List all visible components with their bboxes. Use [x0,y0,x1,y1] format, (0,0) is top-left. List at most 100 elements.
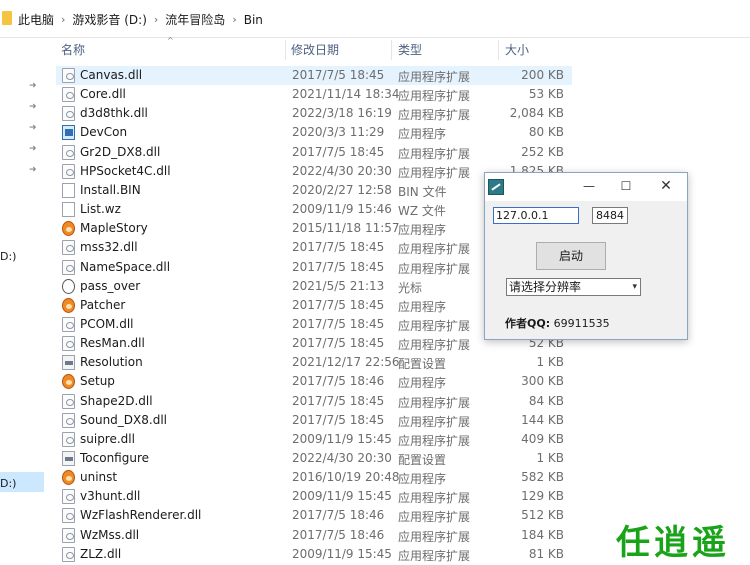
file-name: HPSocket4C.dll [80,163,171,178]
dll-file-icon [62,336,75,352]
file-row[interactable]: Core.dll 2021/11/14 18:34 应用程序扩展 53 KB [56,85,572,104]
column-header-size[interactable]: 大小 [505,38,529,62]
file-row[interactable]: WzMss.dll 2017/7/5 18:46 应用程序扩展 184 KB [56,526,572,545]
file-row[interactable]: suipre.dll 2009/11/9 15:45 应用程序扩展 409 KB [56,430,572,449]
file-row[interactable]: d3d8thk.dll 2022/3/18 16:19 应用程序扩展 2,084 KB [56,104,572,123]
file-size: 129 KB [521,489,564,504]
file-name: WzMss.dll [80,527,140,542]
file-size: 512 KB [521,508,564,523]
file-row[interactable]: Setup 2017/7/5 18:46 应用程序 300 KB [56,372,572,391]
file-name: MapleStory [80,221,148,236]
file-name: Resolution [80,355,143,370]
file-type: 应用程序扩展 [398,70,471,84]
file-row[interactable]: DevCon 2020/3/3 11:29 应用程序 80 KB [56,123,572,142]
column-divider[interactable] [285,40,286,60]
file-name: ResMan.dll [80,336,145,351]
dialog-titlebar[interactable]: — ☐ ✕ [485,173,687,201]
file-date: 2020/3/3 11:29 [292,125,385,140]
breadcrumb-item-this-pc[interactable]: 此电脑 [18,11,54,28]
file-type: 应用程序扩展 [398,491,471,506]
pin-icon[interactable]: ➜ [29,165,39,175]
chevron-right-icon[interactable]: › [232,13,236,26]
pin-icon[interactable]: ➜ [29,102,39,112]
nav-item-drive[interactable]: D:) [0,477,16,490]
file-row[interactable]: ZLZ.dll 2009/11/9 15:45 应用程序扩展 81 KB [56,545,572,564]
file-type: 应用程序 [398,472,447,487]
breadcrumb-item-drive-d[interactable]: 游戏影音 (D:) [72,11,146,28]
launcher-dialog: — ☐ ✕ 127.0.0.1 8484 启动 请选择分辨率 ▾ 作者QQ: 6… [484,172,688,340]
column-header-date[interactable]: 修改日期 [291,38,339,62]
pin-icon[interactable]: ➜ [29,123,39,133]
config-file-icon [62,451,75,466]
nav-item-drive[interactable]: D:) [0,250,16,263]
file-date: 2017/7/5 18:45 [292,316,385,331]
file-row[interactable]: uninst 2016/10/19 20:48 应用程序 582 KB [56,468,572,487]
file-name: d3d8thk.dll [80,106,148,121]
start-button[interactable]: 启动 [536,242,606,270]
file-type: WZ 文件 [398,204,446,219]
address-bar[interactable]: 此电脑 › 游戏影音 (D:) › 流年冒险岛 › Bin [0,0,750,38]
ip-address-input[interactable]: 127.0.0.1 [493,207,579,224]
file-row[interactable]: Resolution 2021/12/17 22:56 配置设置 1 KB [56,353,572,372]
file-name: Canvas.dll [80,68,143,82]
file-size: 409 KB [521,431,564,446]
file-row[interactable]: v3hunt.dll 2009/11/9 15:45 应用程序扩展 129 KB [56,487,572,506]
pin-icon[interactable]: ➜ [29,144,39,154]
file-date: 2022/3/18 16:19 [292,106,392,121]
file-size: 84 KB [528,393,564,408]
file-type: 应用程序扩展 [398,89,471,104]
file-date: 2021/12/17 22:56 [292,355,400,370]
file-name: List.wz [80,202,121,217]
file-date: 2017/7/5 18:45 [292,68,385,82]
resolution-select[interactable]: 请选择分辨率 ▾ [506,278,641,296]
maximize-icon[interactable]: ☐ [615,177,637,195]
file-date: 2009/11/9 15:45 [292,546,392,561]
file-name: v3hunt.dll [80,489,141,504]
chevron-down-icon: ▾ [632,282,637,292]
dll-file-icon [62,412,75,428]
column-header-type[interactable]: 类型 [398,38,422,62]
cursor-icon [62,278,75,294]
file-row[interactable]: Sound_DX8.dll 2017/7/5 18:45 应用程序扩展 144 KB [56,411,572,430]
file-name: ZLZ.dll [80,546,122,561]
breadcrumb-item-bin[interactable]: Bin [244,13,263,27]
port-input[interactable]: 8484 [592,207,628,224]
watermark-text: 任逍遥 [616,523,730,560]
file-date: 2017/7/5 18:45 [292,144,385,159]
chevron-right-icon[interactable]: › [154,13,158,26]
file-row[interactable]: Toconfigure 2022/4/30 20:30 配置设置 1 KB [56,449,572,468]
blank-file-icon [62,202,75,218]
column-header-name[interactable]: 名称 [61,38,85,62]
file-type: 配置设置 [398,357,447,372]
close-icon[interactable]: ✕ [655,177,677,195]
file-name: suipre.dll [80,431,135,446]
file-type: 应用程序 [398,299,447,314]
dll-file-icon [62,144,75,160]
file-type: 应用程序扩展 [398,510,471,525]
file-size: 200 KB [521,68,564,82]
file-type: 应用程序扩展 [398,529,471,544]
file-row[interactable]: Canvas.dll 2017/7/5 18:45 应用程序扩展 200 KB [56,66,572,85]
file-row[interactable]: WzFlashRenderer.dll 2017/7/5 18:46 应用程序扩展 5… [56,506,572,525]
file-date: 2017/7/5 18:45 [292,297,385,312]
file-name: NameSpace.dll [80,259,171,274]
file-row[interactable]: Gr2D_DX8.dll 2017/7/5 18:45 应用程序扩展 252 KB [56,143,572,162]
breadcrumb-item-game-folder[interactable]: 流年冒险岛 [165,11,225,28]
dll-file-icon [62,240,75,256]
file-size: 1 KB [536,451,564,465]
pin-icon[interactable]: ➜ [29,81,39,91]
file-name: Patcher [80,297,126,312]
file-row[interactable]: Shape2D.dll 2017/7/5 18:45 应用程序扩展 84 KB [56,392,572,411]
dll-file-icon [62,259,75,275]
file-type: BIN 文件 [398,184,447,199]
file-type: 应用程序扩展 [398,338,471,353]
file-type: 应用程序扩展 [398,548,471,563]
minimize-icon[interactable]: — [578,177,600,195]
author-qq: 69911535 [553,317,610,330]
column-divider[interactable] [498,40,499,60]
file-type: 应用程序扩展 [398,108,471,123]
dll-file-icon [62,508,75,524]
chevron-right-icon[interactable]: › [61,13,65,26]
column-divider[interactable] [391,40,392,60]
app-icon [488,179,504,195]
